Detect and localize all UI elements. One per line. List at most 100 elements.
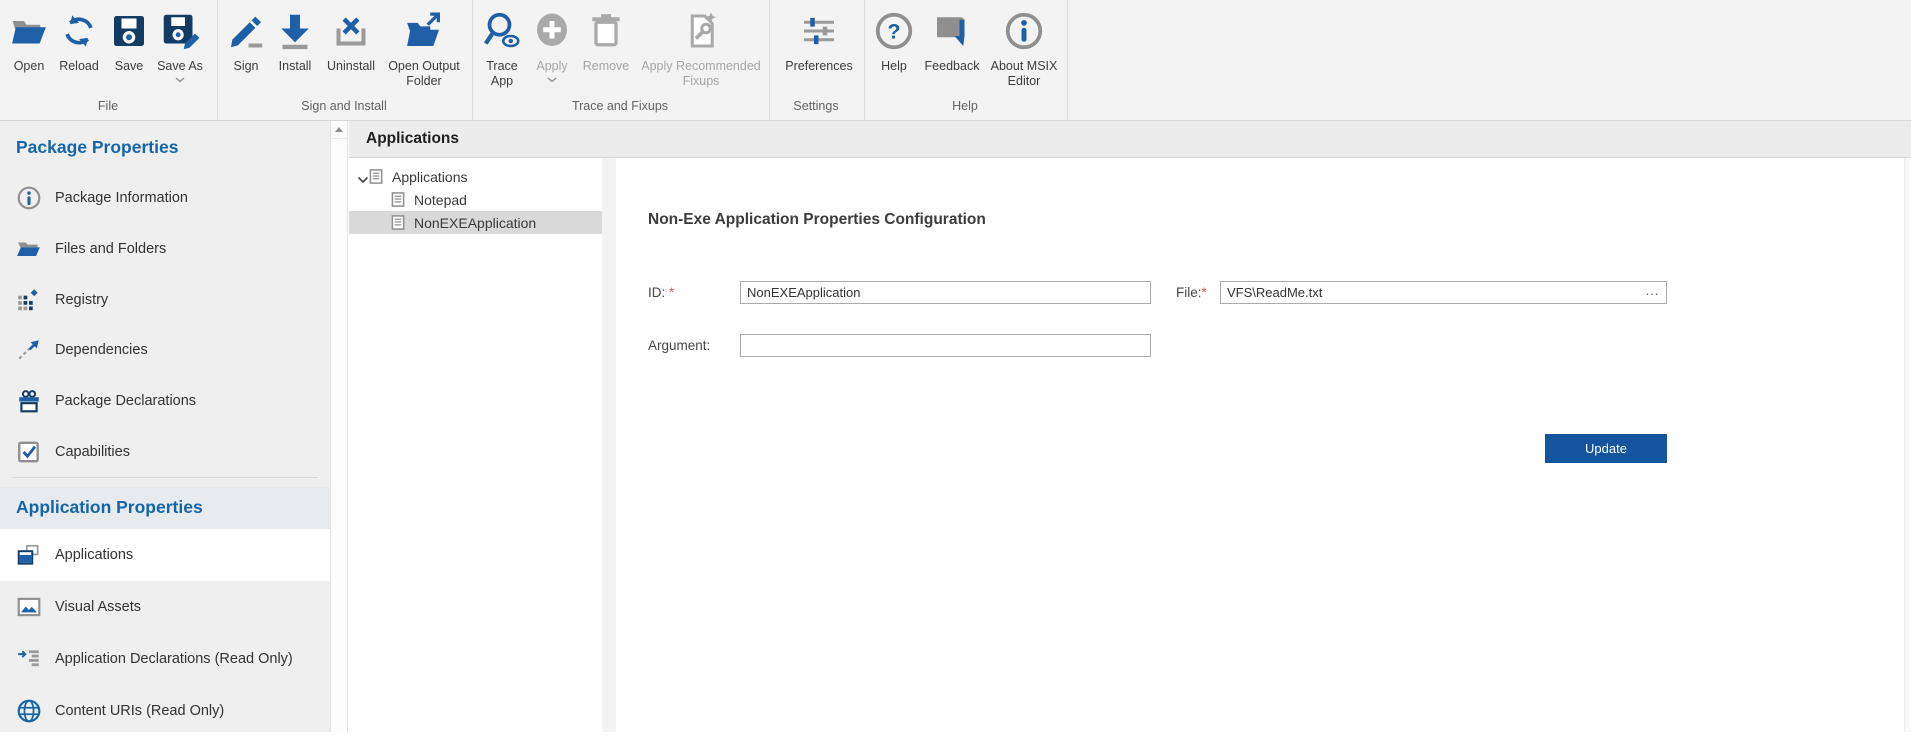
ribbon-button-label: Uninstall bbox=[316, 59, 386, 74]
sidebar-item-package-information[interactable]: Package Information bbox=[0, 172, 330, 224]
ribbon-button-feedback[interactable]: Feedback bbox=[917, 5, 987, 74]
ribbon-group-separator bbox=[769, 0, 770, 120]
ribbon-group-label-settings: Settings bbox=[793, 99, 838, 113]
ribbon-button-label: Sign bbox=[222, 59, 270, 74]
argument-input[interactable] bbox=[740, 334, 1151, 357]
tree-node-notepad[interactable]: Notepad bbox=[349, 188, 602, 211]
trace-app-icon bbox=[482, 11, 522, 51]
ribbon-button-install[interactable]: Install bbox=[268, 5, 322, 74]
sidebar-item-label: Dependencies bbox=[55, 342, 148, 358]
tree-node-label: NonEXEApplication bbox=[414, 215, 536, 231]
ribbon-button-label: Apply Recommended Fixups bbox=[635, 59, 767, 89]
applications-icon bbox=[16, 542, 42, 568]
sidebar-section-band: Application Properties bbox=[0, 487, 330, 530]
document-icon bbox=[391, 192, 406, 208]
recommended-fixups-icon bbox=[681, 11, 721, 51]
sidebar-item-applications[interactable]: Applications bbox=[0, 529, 330, 581]
ribbon-button-label: About MSIX Editor bbox=[980, 59, 1068, 89]
sign-pencil-icon bbox=[226, 11, 266, 51]
content-header-title: Applications bbox=[366, 130, 459, 148]
capabilities-icon bbox=[16, 439, 42, 465]
scroll-up-button[interactable] bbox=[331, 121, 347, 139]
ribbon-button-apply[interactable]: Apply bbox=[527, 5, 577, 83]
registry-icon bbox=[16, 287, 42, 313]
ribbon-group-separator bbox=[217, 0, 218, 120]
sidebar-item-label: Applications bbox=[55, 547, 133, 563]
ribbon-button-label: Open Output Folder bbox=[377, 59, 471, 89]
ribbon-button-label: Apply bbox=[527, 59, 577, 74]
tree-node-nonexeapplication[interactable]: NonEXEApplication bbox=[349, 211, 602, 234]
ribbon-button-remove[interactable]: Remove bbox=[575, 5, 637, 74]
apply-plus-icon bbox=[532, 11, 572, 51]
install-arrow-icon bbox=[275, 11, 315, 51]
sidebar-item-label: Registry bbox=[55, 292, 108, 308]
chevron-down-icon[interactable] bbox=[357, 172, 369, 182]
ribbon-group-label-file: File bbox=[98, 99, 118, 113]
ribbon-button-preferences[interactable]: Preferences bbox=[776, 5, 862, 74]
menu-chevron-icon bbox=[547, 77, 557, 83]
sidebar: Package Properties Package InformationFil… bbox=[0, 121, 330, 732]
ribbon-button-label: Open bbox=[4, 59, 54, 74]
form-title: Non-Exe Application Properties Configura… bbox=[648, 211, 986, 229]
open-output-folder-icon bbox=[404, 11, 444, 51]
up-arrow-icon bbox=[335, 127, 343, 132]
feedback-icon bbox=[932, 11, 972, 51]
sidebar-scrollbar[interactable] bbox=[330, 121, 348, 732]
content-uris-icon bbox=[16, 698, 42, 724]
sidebar-item-label: Content URIs (Read Only) bbox=[55, 703, 224, 719]
applications-tree: Applications Notepad NonEXEApplication bbox=[349, 158, 602, 732]
ribbon-button-open-output-folder[interactable]: Open Output Folder bbox=[377, 5, 471, 89]
ribbon-button-save-as[interactable]: Save As bbox=[149, 5, 211, 83]
sidebar-item-application-declarations-read-only[interactable]: Application Declarations (Read Only) bbox=[0, 633, 330, 685]
argument-field-label: Argument: bbox=[648, 338, 710, 353]
svg-text:?: ? bbox=[888, 20, 901, 44]
ribbon-button-about-msix-editor[interactable]: About MSIX Editor bbox=[980, 5, 1068, 89]
ribbon-group-label-sign-and-install: Sign and Install bbox=[301, 99, 386, 113]
ribbon-button-apply-recommended-fixups[interactable]: Apply Recommended Fixups bbox=[635, 5, 767, 89]
update-button[interactable]: Update bbox=[1545, 434, 1667, 463]
ribbon-button-help[interactable]: ? Help bbox=[871, 5, 917, 74]
tree-node-applications[interactable]: Applications bbox=[349, 165, 602, 188]
content-header: Applications bbox=[349, 121, 1911, 158]
preferences-sliders-icon bbox=[799, 11, 839, 51]
file-input[interactable] bbox=[1220, 281, 1667, 304]
msix-editor-window: { "ribbon": { "groups": [ { "label": "Fi… bbox=[0, 0, 1911, 732]
about-info-icon bbox=[1004, 11, 1044, 51]
sidebar-section-title-package-properties: Package Properties bbox=[16, 137, 178, 158]
ribbon-group-separator bbox=[864, 0, 865, 120]
ribbon-button-label: Save As bbox=[149, 59, 211, 74]
document-icon bbox=[391, 215, 406, 231]
sidebar-item-dependencies[interactable]: Dependencies bbox=[0, 324, 330, 376]
id-field-label: ID: * bbox=[648, 285, 674, 300]
visual-assets-icon bbox=[16, 594, 42, 620]
ribbon-button-label: Preferences bbox=[776, 59, 862, 74]
ribbon-button-open[interactable]: Open bbox=[4, 5, 54, 74]
sidebar-divider bbox=[12, 477, 318, 478]
ribbon-button-label: Help bbox=[871, 59, 917, 74]
sidebar-item-visual-assets[interactable]: Visual Assets bbox=[0, 581, 330, 633]
ribbon-button-reload[interactable]: Reload bbox=[51, 5, 107, 74]
browse-button[interactable]: ... bbox=[1642, 283, 1663, 302]
ribbon-button-label: Remove bbox=[575, 59, 637, 74]
sidebar-item-capabilities[interactable]: Capabilities bbox=[0, 426, 330, 478]
id-input[interactable] bbox=[740, 281, 1151, 304]
main-scrollbar[interactable] bbox=[1904, 158, 1911, 732]
tree-node-label: Applications bbox=[392, 169, 468, 185]
sidebar-item-label: Capabilities bbox=[55, 444, 130, 460]
sidebar-item-package-declarations[interactable]: Package Declarations bbox=[0, 375, 330, 427]
ribbon-group-separator bbox=[472, 0, 473, 120]
ribbon-button-save[interactable]: Save bbox=[105, 5, 153, 74]
ribbon-button-uninstall[interactable]: Uninstall bbox=[316, 5, 386, 74]
ribbon-button-label: Install bbox=[268, 59, 322, 74]
sidebar-item-content-uris-read-only[interactable]: Content URIs (Read Only) bbox=[0, 685, 330, 737]
sidebar-item-label: Visual Assets bbox=[55, 599, 141, 615]
ribbon-button-sign[interactable]: Sign bbox=[222, 5, 270, 74]
sidebar-section-title-application-properties: Application Properties bbox=[0, 487, 330, 518]
sidebar-item-files-and-folders[interactable]: Files and Folders bbox=[0, 223, 330, 275]
sidebar-item-registry[interactable]: Registry bbox=[0, 274, 330, 326]
ribbon-group-label-trace-and-fixups: Trace and Fixups bbox=[572, 99, 668, 113]
ribbon-button-trace-app[interactable]: Trace App bbox=[477, 5, 527, 89]
tree-node-label: Notepad bbox=[414, 192, 467, 208]
ribbon-toolbar: File OpenReloadSaveSave As Sign and Instal… bbox=[0, 0, 1911, 121]
remove-trash-icon bbox=[586, 11, 626, 51]
